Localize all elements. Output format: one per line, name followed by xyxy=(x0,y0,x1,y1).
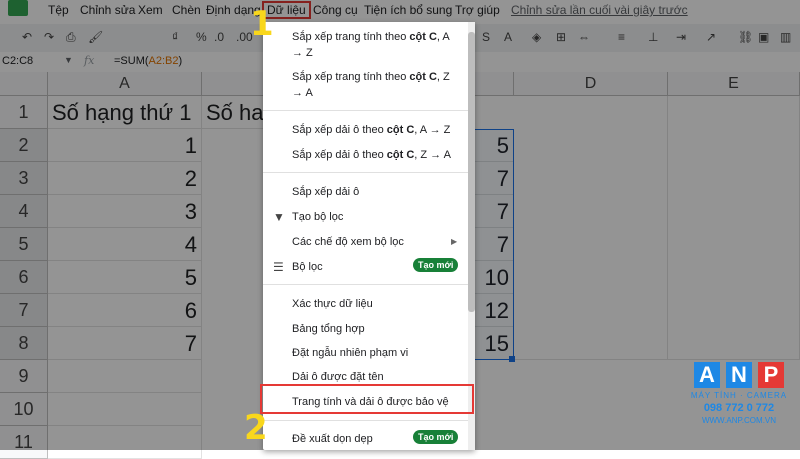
step-marker-2: 2 xyxy=(244,408,268,448)
menu-randomize-range[interactable]: Đặt ngẫu nhiên phạm vi xyxy=(263,345,475,363)
menu-divider xyxy=(263,172,475,173)
logo-url: WWW.ANP.COM.VN xyxy=(701,416,777,425)
filter-icon: ▼ xyxy=(273,210,285,224)
submenu-arrow-icon: ▶ xyxy=(451,237,458,246)
logo-phone: 098 772 0 772 xyxy=(703,402,775,414)
menu-divider xyxy=(263,284,475,285)
menu-sort-range[interactable]: Sắp xếp dải ô xyxy=(263,184,475,202)
menu-pivot-table[interactable]: Bảng tổng hợp xyxy=(263,321,475,339)
anp-logo: A N P MÁY TÍNH · CAMERA 098 772 0 772 WW… xyxy=(690,362,788,442)
new-badge: Tạo mới xyxy=(413,430,459,444)
menu-create-filter[interactable]: ▼ Tạo bộ lọc xyxy=(263,209,475,227)
menu-divider xyxy=(263,420,475,421)
menu-slicer[interactable]: ☰ Bộ lọc Tạo mới xyxy=(263,258,475,277)
menu-scroll-thumb[interactable] xyxy=(468,32,475,312)
logo-tagline: MÁY TÍNH · CAMERA xyxy=(690,391,788,400)
menu-sort-sheet-az[interactable]: Sắp xếp trang tính theo cột C, A → Z xyxy=(263,29,475,63)
highlight-protected-item xyxy=(260,384,474,414)
logo-letter: N xyxy=(726,362,752,388)
menu-sort-sheet-za[interactable]: Sắp xếp trang tính theo cột C, Z → A xyxy=(263,69,475,103)
menu-cleanup-suggestions[interactable]: Đề xuất dọn dẹp Tạo mới xyxy=(263,430,475,449)
logo-letter: A xyxy=(694,362,720,388)
menu-data-validation[interactable]: Xác thực dữ liệu xyxy=(263,296,475,314)
slicer-icon: ☰ xyxy=(273,260,284,274)
menu-filter-views[interactable]: Các chế độ xem bộ lọc ▶ xyxy=(263,234,475,252)
menu-sort-range-az[interactable]: Sắp xếp dải ô theo cột C, A → Z xyxy=(263,122,475,140)
logo-letter: P xyxy=(758,362,784,388)
new-badge: Tạo mới xyxy=(413,258,459,272)
menu-divider xyxy=(263,110,475,111)
step-marker-1: 1 xyxy=(250,4,274,44)
menu-sort-range-za[interactable]: Sắp xếp dải ô theo cột C, Z → A xyxy=(263,147,475,165)
